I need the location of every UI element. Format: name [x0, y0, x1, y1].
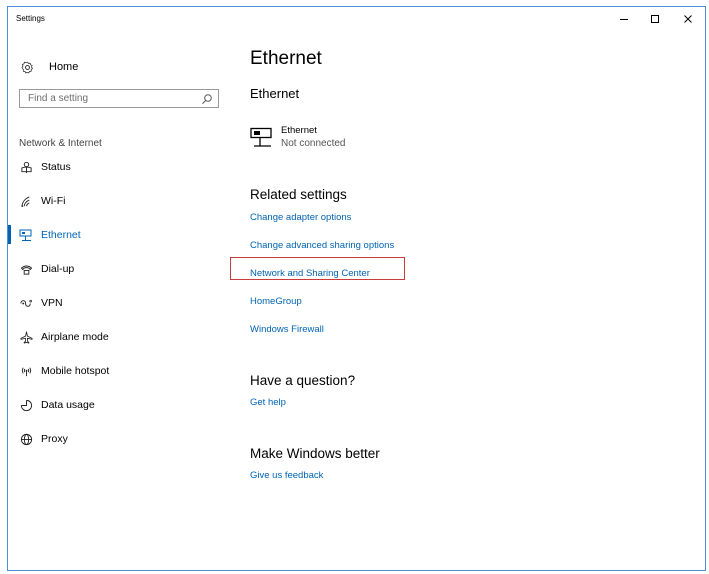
wifi-icon: [18, 193, 34, 209]
change-adapter-options-link[interactable]: Change adapter options: [250, 212, 351, 223]
sidebar-item-airplane-mode[interactable]: Airplane mode: [8, 326, 233, 348]
maximize-icon: [651, 15, 659, 23]
sidebar-item-label: VPN: [41, 297, 63, 309]
sidebar-item-label: Dial-up: [41, 263, 75, 275]
make-windows-better-heading: Make Windows better: [250, 446, 380, 461]
home-nav[interactable]: Home: [18, 57, 78, 77]
windows-firewall-link[interactable]: Windows Firewall: [250, 324, 324, 335]
network-sharing-center-link[interactable]: Network and Sharing Center: [250, 268, 370, 279]
main-content: Ethernet Ethernet Ethernet Not connected…: [230, 31, 705, 570]
connection-name: Ethernet: [281, 125, 317, 136]
hotspot-icon: [18, 363, 34, 379]
sidebar-item-label: Status: [41, 161, 71, 173]
close-button[interactable]: [673, 7, 703, 31]
sidebar-item-label: Airplane mode: [41, 331, 109, 343]
get-help-link[interactable]: Get help: [250, 397, 286, 408]
gear-icon: [18, 58, 36, 76]
proxy-icon: [18, 431, 34, 447]
give-feedback-link[interactable]: Give us feedback: [250, 470, 323, 481]
airplane-icon: [18, 329, 34, 345]
minimize-icon: [620, 19, 628, 20]
data-usage-icon: [18, 397, 34, 413]
search-placeholder: Find a setting: [28, 93, 89, 104]
change-advanced-sharing-link[interactable]: Change advanced sharing options: [250, 240, 394, 251]
maximize-button[interactable]: [640, 7, 670, 31]
homegroup-link[interactable]: HomeGroup: [250, 296, 302, 307]
sidebar-item-label: Proxy: [41, 433, 68, 445]
connection-status: Not connected: [281, 138, 346, 149]
sidebar-item-status[interactable]: Status: [8, 156, 233, 178]
dialup-icon: [18, 261, 34, 277]
search-icon: [202, 94, 212, 104]
sidebar-item-vpn[interactable]: VPN: [8, 292, 233, 314]
section-label: Network & Internet: [19, 138, 102, 149]
sidebar-item-proxy[interactable]: Proxy: [8, 428, 233, 450]
ethernet-icon: [18, 227, 34, 243]
related-settings-heading: Related settings: [250, 187, 347, 202]
search-input[interactable]: Find a setting: [19, 89, 219, 108]
minimize-button[interactable]: [609, 7, 639, 31]
page-title: Ethernet: [250, 48, 322, 69]
title-bar[interactable]: Settings: [8, 7, 705, 31]
vpn-icon: [18, 295, 34, 311]
sidebar: Home Find a setting Network & Internet S…: [8, 31, 233, 571]
sidebar-item-label: Data usage: [41, 399, 95, 411]
ethernet-icon: [250, 127, 272, 147]
window-title: Settings: [16, 14, 45, 23]
sidebar-item-data-usage[interactable]: Data usage: [8, 394, 233, 416]
sidebar-item-label: Mobile hotspot: [41, 365, 110, 377]
settings-window: Settings Home Find a setting Network & I…: [7, 6, 706, 571]
close-icon: [684, 15, 692, 23]
sidebar-item-ethernet[interactable]: Ethernet: [8, 224, 233, 246]
sidebar-item-dialup[interactable]: Dial-up: [8, 258, 233, 280]
sidebar-item-wifi[interactable]: Wi-Fi: [8, 190, 233, 212]
sidebar-item-label: Ethernet: [41, 229, 81, 241]
status-icon: [18, 159, 34, 175]
have-question-heading: Have a question?: [250, 373, 356, 388]
section-subtitle: Ethernet: [250, 86, 300, 101]
sidebar-item-mobile-hotspot[interactable]: Mobile hotspot: [8, 360, 233, 382]
sidebar-item-label: Wi-Fi: [41, 195, 66, 207]
home-label: Home: [49, 61, 79, 73]
